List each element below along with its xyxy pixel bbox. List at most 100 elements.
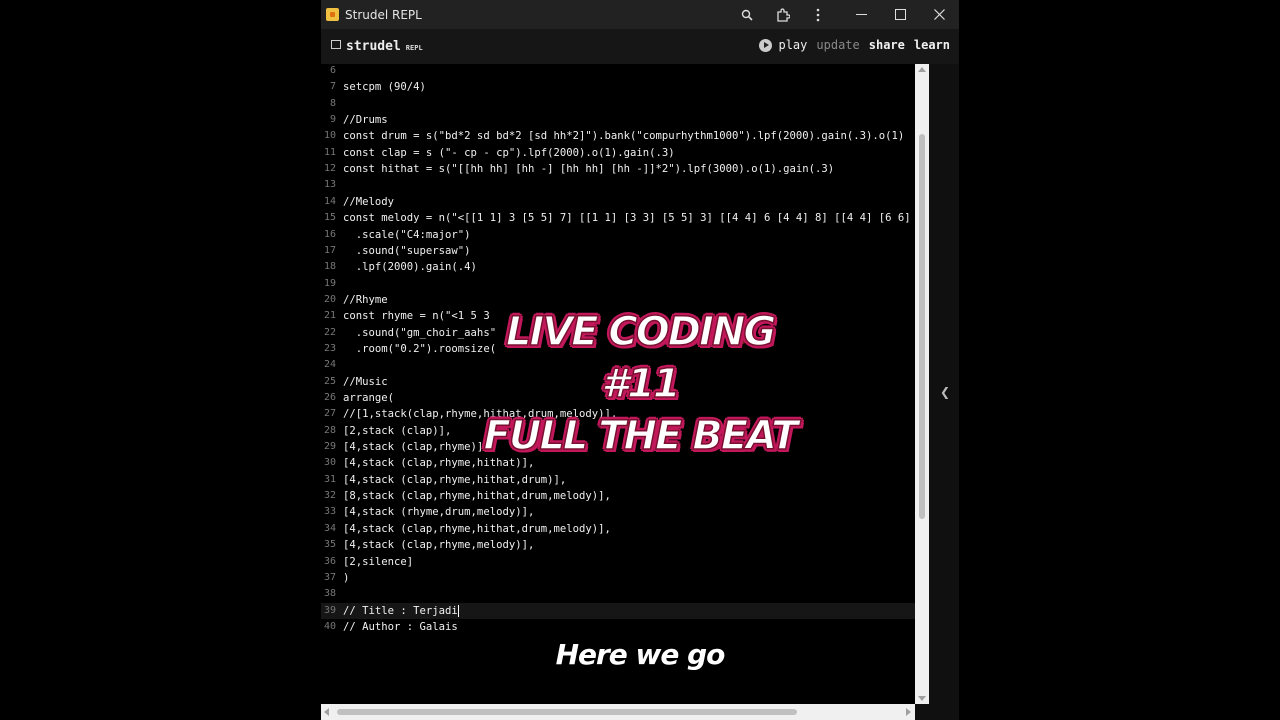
code-text[interactable]: const hithat = s("[[hh hh] [hh -] [hh hh… <box>343 161 834 177</box>
code-text[interactable]: // Title : Terjadi <box>343 603 458 619</box>
code-text[interactable]: [8,stack (clap,rhyme,hithat,drum,melody)… <box>343 488 611 504</box>
extension-icon[interactable] <box>765 0 801 29</box>
close-icon[interactable] <box>921 0 957 29</box>
brand[interactable]: strudel REPL <box>331 39 423 54</box>
line-number: 18 <box>323 261 336 273</box>
line-number: 25 <box>323 375 336 387</box>
line-number: 12 <box>323 163 336 175</box>
code-line[interactable]: 19 <box>321 276 915 292</box>
code-line[interactable]: 36 [2,silence] <box>321 554 915 570</box>
code-line[interactable]: 7 setcpm (90/4) <box>321 79 915 95</box>
play-button[interactable]: play <box>778 38 807 52</box>
line-number: 34 <box>323 522 336 534</box>
code-text[interactable]: [4,stack (clap,rhyme)], <box>343 439 490 455</box>
code-text[interactable]: .sound("supersaw") <box>343 243 471 259</box>
code-line[interactable]: 12 const hithat = s("[[hh hh] [hh -] [hh … <box>321 161 915 177</box>
scroll-left-icon[interactable] <box>324 708 329 716</box>
code-line[interactable]: 35 [4,stack (clap,rhyme,melody)], <box>321 537 915 553</box>
line-number: 26 <box>323 392 336 403</box>
line-number: 7 <box>329 81 336 93</box>
code-line[interactable]: 8 <box>321 96 915 112</box>
vertical-scroll-thumb[interactable] <box>919 134 925 519</box>
code-line[interactable]: 18 .lpf(2000).gain(.4) <box>321 259 915 275</box>
vertical-scrollbar[interactable] <box>915 64 929 704</box>
code-text[interactable]: [2,stack (clap)], <box>343 423 451 439</box>
code-text[interactable]: [4,stack (clap,rhyme,hithat,drum)], <box>343 472 566 488</box>
line-number: 20 <box>323 293 336 305</box>
line-number: 35 <box>323 539 336 551</box>
scroll-down-icon[interactable] <box>918 696 926 701</box>
code-text[interactable]: //Rhyme <box>343 292 388 308</box>
code-line[interactable]: 10 const drum = s("bd*2 sd bd*2 [sd hh*2]… <box>321 128 915 144</box>
chevron-left-icon[interactable]: ❮ <box>940 385 950 399</box>
code-text[interactable]: const clap = s ("- cp - cp").lpf(2000).o… <box>343 145 675 161</box>
line-number: 23 <box>323 342 336 354</box>
code-text[interactable]: ) <box>343 570 349 586</box>
brand-name: strudel <box>346 39 401 54</box>
minimize-icon[interactable] <box>843 0 879 29</box>
video-title-line1: LIVE CODING #11 <box>505 308 777 408</box>
line-number: 31 <box>323 473 336 485</box>
line-number: 19 <box>323 277 336 289</box>
code-text[interactable]: const rhyme = n("<1 5 3 <box>343 308 490 324</box>
code-text[interactable]: //Drums <box>343 112 388 128</box>
code-line[interactable]: 31 [4,stack (clap,rhyme,hithat,drum)], <box>321 472 915 488</box>
code-line[interactable]: 39 // Title : Terjadi <box>321 602 915 619</box>
code-line[interactable]: 9 //Drums <box>321 112 915 128</box>
code-text[interactable]: const drum = s("bd*2 sd bd*2 [sd hh*2]")… <box>343 128 904 144</box>
line-number: 39 <box>323 604 336 616</box>
code-line[interactable]: 33 [4,stack (rhyme,drum,melody)], <box>321 504 915 520</box>
code-line[interactable]: 11 const clap = s ("- cp - cp").lpf(2000)… <box>321 145 915 161</box>
line-number: 21 <box>323 310 336 322</box>
line-number: 13 <box>323 179 336 191</box>
code-text[interactable]: .scale("C4:major") <box>343 227 471 243</box>
search-icon[interactable] <box>729 0 765 29</box>
code-text[interactable]: [2,silence] <box>343 554 413 570</box>
scroll-right-icon[interactable] <box>906 708 911 716</box>
repl-header: strudel REPL play update share learn <box>321 29 959 64</box>
line-number: 36 <box>323 555 336 567</box>
code-line[interactable]: 16 .scale("C4:major") <box>321 227 915 243</box>
code-text[interactable]: .lpf(2000).gain(.4) <box>343 259 477 275</box>
line-number: 8 <box>329 97 336 109</box>
line-number: 10 <box>323 130 336 142</box>
code-line[interactable]: 34 [4,stack (clap,rhyme,hithat,drum,melod… <box>321 521 915 537</box>
line-number: 15 <box>323 212 336 224</box>
code-line[interactable]: 14 //Melody <box>321 194 915 210</box>
code-line[interactable]: 40 // Author : Galais <box>321 619 915 635</box>
line-number: 17 <box>323 244 336 256</box>
horizontal-scrollbar[interactable] <box>321 704 915 720</box>
scroll-up-icon[interactable] <box>918 67 926 72</box>
play-icon[interactable] <box>759 38 773 52</box>
line-number: 6 <box>329 65 336 76</box>
maximize-icon[interactable] <box>882 0 918 29</box>
code-line[interactable]: 13 <box>321 177 915 193</box>
more-icon[interactable] <box>800 0 836 29</box>
code-text[interactable]: [4,stack (rhyme,drum,melody)], <box>343 504 534 520</box>
code-text[interactable]: // Author : Galais <box>343 619 458 635</box>
window-titlebar: Strudel REPL <box>321 0 959 29</box>
code-line[interactable]: 17 .sound("supersaw") <box>321 243 915 259</box>
share-button[interactable]: share <box>869 38 905 52</box>
code-line[interactable]: 37) <box>321 570 915 586</box>
code-line[interactable]: 15 const melody = n("<[[1 1] 3 [5 5] 7] [… <box>321 210 915 226</box>
horizontal-scroll-thumb[interactable] <box>337 709 797 715</box>
code-text[interactable]: arrange( <box>343 390 394 406</box>
code-text[interactable]: [4,stack (clap,rhyme,melody)], <box>343 537 534 553</box>
update-button[interactable]: update <box>816 38 859 52</box>
learn-button[interactable]: learn <box>914 38 950 52</box>
code-line[interactable]: 32 [8,stack (clap,rhyme,hithat,drum,melod… <box>321 488 915 504</box>
code-text[interactable]: //Melody <box>343 194 394 210</box>
code-line[interactable]: 38 <box>321 586 915 602</box>
line-number: 11 <box>323 146 336 158</box>
line-number: 37 <box>323 571 336 583</box>
video-title-line2: FULL THE BEAT <box>483 412 799 460</box>
line-number: 29 <box>323 441 336 453</box>
code-text[interactable]: //Music <box>343 374 388 390</box>
code-text[interactable]: setcpm (90/4) <box>343 79 426 95</box>
code-text[interactable]: [4,stack (clap,rhyme,hithat,drum,melody)… <box>343 521 611 537</box>
line-number: 22 <box>323 326 336 338</box>
code-text[interactable]: const melody = n("<[[1 1] 3 [5 5] 7] [[1… <box>343 210 911 226</box>
code-line[interactable]: 6 <box>321 64 915 79</box>
text-caret <box>458 604 459 617</box>
